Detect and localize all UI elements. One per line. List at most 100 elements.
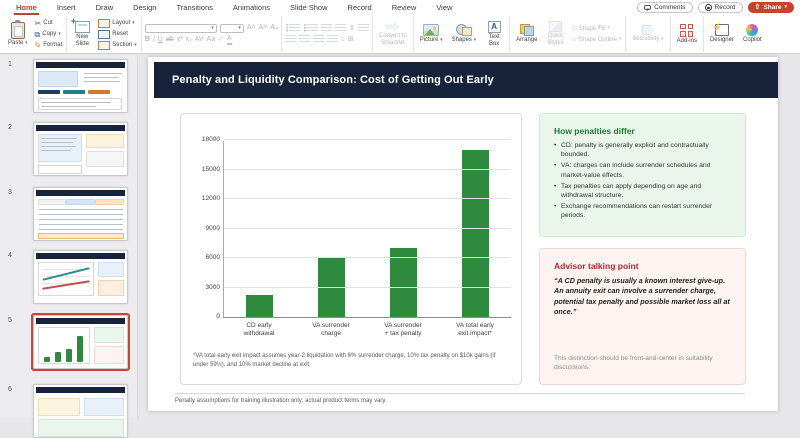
advisor-talking-point-panel[interactable]: Advisor talking point “A CD penalty is u… bbox=[539, 248, 746, 385]
slide-thumbnail-3[interactable]: 3 bbox=[33, 187, 128, 241]
increase-font-size-button[interactable]: A˄ bbox=[247, 24, 256, 32]
menu-tab-slide-show[interactable]: Slide Show bbox=[280, 1, 338, 15]
copy-button[interactable]: ⧉Copy ▾ bbox=[34, 29, 64, 39]
section-button[interactable]: Section ▾ bbox=[97, 40, 138, 50]
new-slide-icon bbox=[75, 21, 90, 33]
menu-tab-home[interactable]: Home bbox=[6, 1, 47, 15]
slide-thumbnail-6[interactable]: 6 bbox=[33, 384, 128, 438]
designer-icon bbox=[715, 24, 729, 36]
arrange-button[interactable]: Arrange bbox=[513, 23, 540, 45]
menu-tab-insert[interactable]: Insert bbox=[47, 1, 86, 15]
designer-button[interactable]: Designer bbox=[707, 23, 737, 45]
font-name-combobox[interactable]: ▾ bbox=[145, 24, 217, 33]
comments-label: Comments bbox=[654, 4, 685, 11]
arrange-group: Arrange Quick Styles ◇Shape Fill ▾ ▱Shap… bbox=[510, 16, 626, 52]
menu-tab-draw[interactable]: Draw bbox=[86, 1, 124, 15]
app-menubar: HomeInsertDrawDesignTransitionsAnimation… bbox=[0, 0, 800, 15]
slide-canvas: Penalty and Liquidity Comparison: Cost o… bbox=[138, 55, 800, 418]
decrease-indent-button[interactable] bbox=[321, 24, 332, 33]
bullet-item: CD: penalty is generally explicit and co… bbox=[554, 141, 731, 159]
format-label: Format bbox=[43, 42, 62, 48]
italic-button[interactable]: I bbox=[153, 36, 155, 44]
line-spacing-button[interactable]: ⇕ bbox=[349, 25, 355, 33]
current-slide[interactable]: Penalty and Liquidity Comparison: Cost o… bbox=[148, 57, 778, 411]
chart-container[interactable]: 0300060009000120001500018000 CD earlywit… bbox=[180, 113, 522, 385]
menu-tab-record[interactable]: Record bbox=[338, 1, 382, 15]
convert-to-smartart-button[interactable]: Convert to SmartArt bbox=[376, 20, 410, 48]
comments-button[interactable]: Comments bbox=[637, 2, 692, 13]
bold-button[interactable]: B bbox=[145, 36, 150, 44]
slide-thumbnail-4[interactable]: 4 bbox=[33, 250, 128, 304]
change-case-button[interactable]: Aa bbox=[207, 36, 216, 44]
subscript-button[interactable]: x₂ bbox=[186, 36, 192, 44]
align-left-button[interactable] bbox=[285, 35, 296, 44]
underline-button[interactable]: U bbox=[158, 36, 163, 44]
paste-button[interactable]: Paste ▾ bbox=[5, 21, 31, 48]
bar[interactable] bbox=[318, 258, 345, 317]
align-right-button[interactable] bbox=[313, 35, 324, 44]
picture-button[interactable]: Picture ▾ bbox=[417, 23, 446, 45]
y-axis-tick-label: 15000 bbox=[202, 166, 220, 173]
menu-tab-review[interactable]: Review bbox=[382, 1, 427, 15]
font-size-combobox[interactable]: ▾ bbox=[220, 24, 244, 33]
sensitivity-label: Sensitivity bbox=[632, 36, 659, 42]
text-direction-button[interactable]: ↕ bbox=[341, 36, 345, 44]
menu-tab-design[interactable]: Design bbox=[123, 1, 166, 15]
reset-button[interactable]: Reset bbox=[97, 29, 138, 39]
align-center-button[interactable] bbox=[299, 35, 310, 44]
slide-title-bar[interactable]: Penalty and Liquidity Comparison: Cost o… bbox=[154, 62, 778, 98]
layout-label: Layout bbox=[112, 20, 130, 26]
add-ins-button[interactable]: Add-ins bbox=[674, 23, 700, 46]
justify-button[interactable] bbox=[327, 35, 338, 44]
text-box-button[interactable]: A Text Box bbox=[482, 20, 506, 49]
x-axis-category-label: VA total earlyexit impact* bbox=[439, 322, 511, 338]
reset-icon bbox=[98, 30, 110, 39]
align-text-button[interactable]: ⊞ bbox=[348, 36, 354, 44]
menu-tab-animations[interactable]: Animations bbox=[223, 1, 280, 15]
menu-tab-transitions[interactable]: Transitions bbox=[166, 1, 222, 15]
superscript-button[interactable]: x² bbox=[177, 36, 183, 44]
bullets-button[interactable] bbox=[289, 24, 300, 33]
share-button[interactable]: ⇧ Share ▾ bbox=[748, 2, 794, 13]
y-axis-tick-label: 6000 bbox=[206, 254, 220, 261]
shape-outline-button[interactable]: ▱Shape Outline ▾ bbox=[570, 35, 622, 45]
format-painter-button[interactable]: ✎Format bbox=[34, 40, 64, 50]
font-color-button[interactable]: A bbox=[227, 35, 232, 45]
chevron-down-icon: ▾ bbox=[440, 37, 443, 43]
slide-thumbnail-5-selected[interactable]: 5 bbox=[33, 315, 128, 369]
increase-indent-button[interactable] bbox=[335, 24, 346, 33]
chevron-down-icon: ▾ bbox=[474, 37, 477, 43]
shapes-button[interactable]: Shapes ▾ bbox=[449, 23, 480, 45]
cut-button[interactable]: ✂Cut bbox=[34, 18, 64, 28]
copilot-button[interactable]: Copilot bbox=[740, 23, 765, 45]
numbering-button[interactable] bbox=[307, 24, 318, 33]
how-penalties-panel[interactable]: How penalties differ CD: penalty is gene… bbox=[539, 113, 746, 237]
x-axis-category-label: CD earlywithdrawal bbox=[223, 322, 295, 338]
shape-fill-button[interactable]: ◇Shape Fill ▾ bbox=[570, 24, 622, 34]
slide-thumbnail-1[interactable]: 1 bbox=[33, 59, 128, 113]
bar[interactable] bbox=[246, 295, 273, 317]
bar[interactable] bbox=[462, 150, 489, 317]
character-spacing-button[interactable]: AV bbox=[195, 36, 204, 44]
layout-button[interactable]: Layout ▾ bbox=[97, 18, 138, 28]
columns-button[interactable] bbox=[358, 24, 369, 33]
gridline bbox=[224, 287, 511, 288]
slide-thumbnail-2[interactable]: 2 bbox=[33, 122, 128, 176]
text-box-icon: A bbox=[488, 21, 501, 33]
decrease-font-size-button[interactable]: A˅ bbox=[259, 24, 268, 32]
bar[interactable] bbox=[390, 248, 417, 317]
clear-formatting-button[interactable]: A𝄪 bbox=[270, 24, 278, 32]
sensitivity-button[interactable]: Sensitivity ▾ bbox=[629, 24, 666, 44]
strikethrough-button[interactable]: ab bbox=[166, 36, 174, 44]
thumbnail-preview bbox=[33, 250, 128, 304]
smartart-icon bbox=[385, 21, 400, 32]
slide-title-text: Penalty and Liquidity Comparison: Cost o… bbox=[172, 74, 494, 86]
bar-slot bbox=[368, 141, 440, 317]
menu-tab-view[interactable]: View bbox=[426, 1, 462, 15]
quick-styles-button[interactable]: Quick Styles bbox=[543, 20, 567, 48]
bullet-item: Exchange recommendations can restart sur… bbox=[554, 202, 731, 220]
gridline bbox=[224, 198, 511, 199]
text-highlight-button[interactable]: ✐ bbox=[218, 36, 224, 44]
record-button[interactable]: Record bbox=[698, 2, 743, 13]
new-slide-button[interactable]: New Slide bbox=[70, 20, 94, 49]
